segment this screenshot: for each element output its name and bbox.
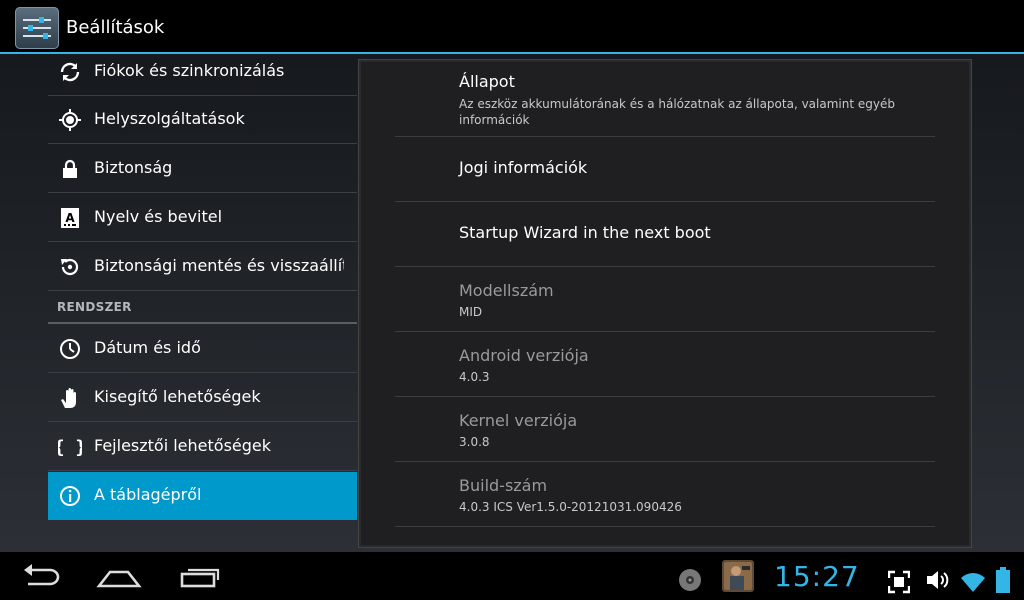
sidebar-item-language-input[interactable]: A Nyelv és bevitel <box>48 194 357 242</box>
screenshot-icon[interactable] <box>888 566 910 598</box>
sidebar-item-accounts-sync[interactable]: Fiókok és szinkronizálás <box>48 54 357 96</box>
recent-apps-icon[interactable] <box>178 560 222 592</box>
item-summary: 4.0.3 ICS Ver1.5.0-20121031.090426 <box>459 500 682 514</box>
sidebar-item-label: A táblagépről <box>94 485 202 504</box>
item-title: Állapot <box>459 72 515 91</box>
sidebar-item-label: Biztonság <box>94 158 173 177</box>
section-header-system: RENDSZER <box>48 294 357 324</box>
game-thumbnail-icon[interactable] <box>722 560 754 592</box>
item-title: Jogi információk <box>459 158 588 177</box>
sidebar-item-backup-reset[interactable]: Biztonsági mentés és visszaállítás <box>48 243 357 291</box>
volume-icon[interactable] <box>925 564 951 596</box>
sidebar-item-label: Fejlesztői lehetőségek <box>94 436 272 455</box>
sidebar-item-label: Kisegítő lehetőségek <box>94 387 261 406</box>
svg-text:A: A <box>65 211 75 225</box>
info-icon <box>60 486 80 506</box>
item-summary: 4.0.3 <box>459 370 490 384</box>
clock-icon <box>60 339 80 359</box>
item-title: Android verziója <box>459 346 589 365</box>
home-icon[interactable] <box>96 560 142 592</box>
sidebar-item-developer-options[interactable]: { } Fejlesztői lehetőségek <box>48 423 357 471</box>
backup-restore-icon <box>61 258 79 276</box>
svg-text:{ }: { } <box>58 437 82 458</box>
sidebar-item-security[interactable]: Biztonság <box>48 145 357 193</box>
system-navigation-bar: 15:27 <box>0 552 1024 600</box>
list-item-android-version: Android verziója 4.0.3 <box>395 332 935 397</box>
section-header-label: RENDSZER <box>57 300 132 314</box>
lock-icon <box>63 159 77 178</box>
sidebar-item-date-time[interactable]: Dátum és idő <box>48 325 357 373</box>
page-title: Beállítások <box>66 17 165 38</box>
sidebar-item-label: Dátum és idő <box>94 338 201 357</box>
list-item-legal-info[interactable]: Jogi információk <box>395 137 935 202</box>
item-title: Startup Wizard in the next boot <box>459 223 711 242</box>
settings-category-list: Fiókok és szinkronizálás Helyszolgáltatá… <box>48 54 357 552</box>
item-title: Build-szám <box>459 476 548 495</box>
sync-icon <box>60 62 80 82</box>
item-summary: MID <box>459 305 483 319</box>
list-item-model-number: Modellszám MID <box>395 267 935 332</box>
item-summary: Az eszköz akkumulátorának és a hálózatna… <box>459 97 895 111</box>
sidebar-item-label: Nyelv és bevitel <box>94 207 223 226</box>
sidebar-item-label: Helyszolgáltatások <box>94 109 245 128</box>
sidebar-item-location[interactable]: Helyszolgáltatások <box>48 96 357 144</box>
item-summary: 3.0.8 <box>459 435 490 449</box>
settings-sliders-icon[interactable] <box>15 7 59 49</box>
item-title: Modellszám <box>459 281 554 300</box>
item-summary: információk <box>459 113 530 127</box>
list-item-kernel-version: Kernel verziója 3.0.8 <box>395 397 935 462</box>
sidebar-item-accessibility[interactable]: Kisegítő lehetőségek <box>48 374 357 422</box>
braces-icon: { } <box>58 437 82 458</box>
list-item-startup-wizard[interactable]: Startup Wizard in the next boot <box>395 202 935 267</box>
back-icon[interactable] <box>20 560 64 592</box>
sidebar-item-label: Fiókok és szinkronizálás <box>94 61 285 80</box>
hand-icon <box>61 388 76 408</box>
action-bar: Beállítások <box>0 0 1024 54</box>
wifi-icon <box>961 573 985 592</box>
battery-icon <box>996 567 1010 593</box>
keyboard-a-icon: A <box>61 208 79 228</box>
sidebar-item-about-tablet[interactable]: A táblagépről <box>48 472 357 520</box>
disc-icon[interactable] <box>677 564 703 596</box>
about-tablet-panel: Állapot Az eszköz akkumulátorának és a h… <box>358 59 972 548</box>
list-item-status[interactable]: Állapot Az eszköz akkumulátorának és a h… <box>395 60 935 137</box>
sidebar-item-label: Biztonsági mentés és visszaállítás <box>94 256 344 275</box>
item-title: Kernel verziója <box>459 411 578 430</box>
location-icon <box>59 109 81 131</box>
list-item-build-number: Build-szám 4.0.3 ICS Ver1.5.0-20121031.0… <box>395 462 935 527</box>
settings-content: Fiókok és szinkronizálás Helyszolgáltatá… <box>0 54 1024 552</box>
status-clock: 15:27 <box>774 560 860 593</box>
